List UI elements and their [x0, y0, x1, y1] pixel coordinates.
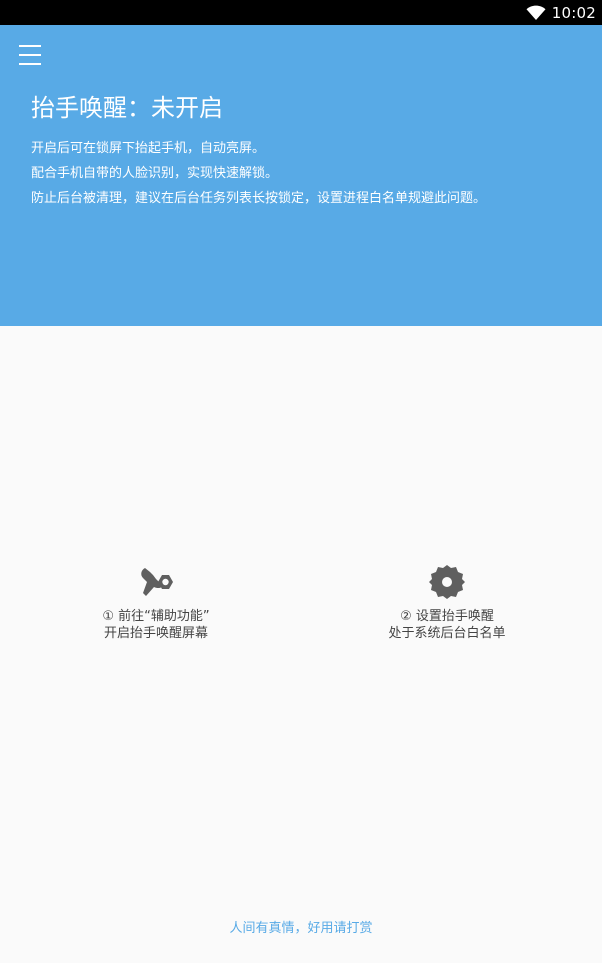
status-icons: 10:02 — [526, 0, 596, 25]
accessibility-tools-icon — [136, 562, 176, 602]
option-2-title: ② 设置抬手唤醒 — [400, 609, 494, 624]
hamburger-menu-icon[interactable] — [14, 39, 46, 71]
description-block: 开启后可在锁屏下抬起手机，自动亮屏。 配合手机自带的人脸识别，实现快速解锁。 防… — [31, 136, 486, 211]
option-1-subtitle: 开启抬手唤醒屏幕 — [103, 626, 208, 641]
description-line-2: 配合手机自带的人脸识别，实现快速解锁。 — [31, 166, 279, 181]
status-bar: 10:02 — [0, 0, 602, 25]
wifi-icon — [526, 5, 546, 21]
option-2-subtitle: 处于系统后台白名单 — [388, 626, 506, 641]
clock-time: 10:02 — [551, 3, 596, 22]
accessibility-settings-option[interactable]: ① 前往“辅助功能” 开启抬手唤醒屏幕 — [56, 562, 256, 642]
donate-link[interactable]: 人间有真情，好用请打赏 — [0, 917, 602, 936]
whitelist-settings-option[interactable]: ② 设置抬手唤醒 处于系统后台白名单 — [347, 562, 547, 642]
gear-icon — [427, 562, 467, 602]
page-title: 抬手唤醒：未开启 — [31, 94, 223, 122]
description-line-1: 开启后可在锁屏下抬起手机，自动亮屏。 — [31, 141, 266, 156]
description-line-3: 防止后台被清理，建议在后台任务列表长按锁定，设置进程白名单规避此问题。 — [31, 191, 487, 206]
option-1-title: ① 前往“辅助功能” — [102, 609, 210, 624]
header-panel: 抬手唤醒：未开启 开启后可在锁屏下抬起手机，自动亮屏。 配合手机自带的人脸识别，… — [0, 25, 602, 326]
